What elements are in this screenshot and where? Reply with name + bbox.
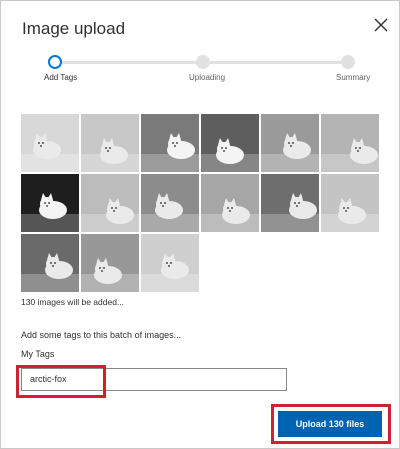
image-upload-dialog: Image upload Add Tags Uploading Summary … bbox=[0, 0, 400, 449]
thumbnail-image bbox=[81, 234, 139, 292]
upload-files-button[interactable]: Upload 130 files bbox=[278, 411, 382, 437]
step-dot-summary bbox=[341, 55, 355, 69]
thumbnail-image bbox=[81, 174, 139, 232]
close-icon[interactable] bbox=[371, 15, 391, 35]
thumbnail-image bbox=[21, 114, 79, 172]
thumbnail-image bbox=[141, 114, 199, 172]
step-label-uploading: Uploading bbox=[189, 73, 226, 82]
step-label-add-tags: Add Tags bbox=[44, 73, 78, 82]
thumbnail-image bbox=[141, 234, 199, 292]
tags-prompt: Add some tags to this batch of images... bbox=[21, 330, 182, 340]
thumbnail-image bbox=[21, 174, 79, 232]
progress-stepper: Add Tags Uploading Summary bbox=[41, 53, 381, 93]
thumbnail-image bbox=[201, 114, 259, 172]
images-added-text: 130 images will be added... bbox=[21, 297, 125, 307]
thumbnail-image bbox=[261, 174, 319, 232]
tag-input[interactable] bbox=[30, 374, 270, 384]
thumbnail-image bbox=[321, 174, 379, 232]
step-dot-uploading bbox=[196, 55, 210, 69]
step-label-summary: Summary bbox=[336, 73, 371, 82]
tag-input-box[interactable] bbox=[21, 368, 287, 391]
thumbnail-image bbox=[81, 114, 139, 172]
dialog-title: Image upload bbox=[22, 19, 126, 38]
thumbnail-image bbox=[321, 114, 379, 172]
my-tags-label: My Tags bbox=[21, 349, 55, 359]
thumbnail-image bbox=[201, 174, 259, 232]
step-dot-add-tags bbox=[48, 55, 62, 69]
thumbnail-image bbox=[261, 114, 319, 172]
thumbnail-image bbox=[141, 174, 199, 232]
thumbnail-image bbox=[21, 234, 79, 292]
